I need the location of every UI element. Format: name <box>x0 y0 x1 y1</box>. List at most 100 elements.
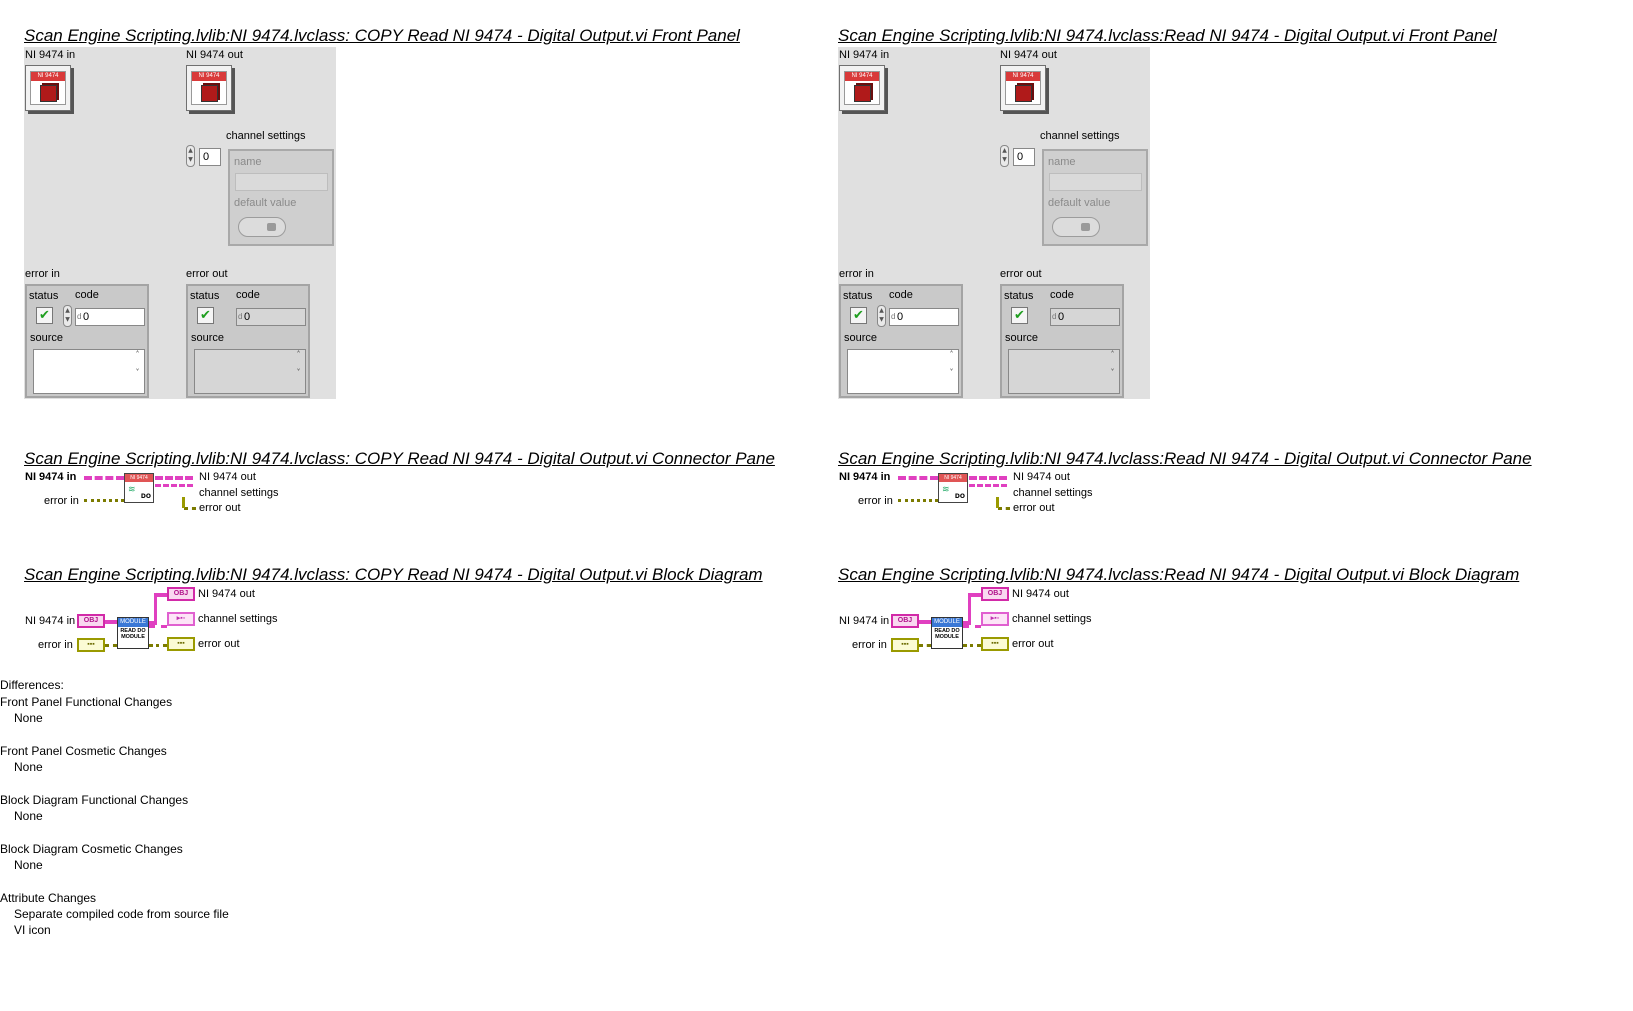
status-label: status <box>190 290 220 302</box>
right-block-diagram: NI 9474 in error in OBJ ▪▪▪ MODULE READ … <box>838 585 1108 660</box>
scrollbar[interactable]: ˄ ˅ <box>131 350 144 393</box>
status-checkmark-icon[interactable]: ✔ <box>36 307 53 324</box>
source-label: source <box>191 332 225 344</box>
module-badge: NI 9474 <box>845 72 879 81</box>
cp-ni-in-label: NI 9474 in <box>839 471 891 483</box>
error-in-terminal[interactable]: ▪▪▪ <box>77 638 105 652</box>
section-title: Block Diagram Cosmetic Changes <box>0 842 183 856</box>
class-wire <box>919 620 931 624</box>
error-wire <box>184 507 196 510</box>
left-front-panel-title: Scan Engine Scripting.lvlib:NI 9474.lvcl… <box>24 26 740 45</box>
channel-settings-cluster: name default value <box>228 149 334 246</box>
ni-in-label: NI 9474 in <box>25 49 76 61</box>
array-wire <box>969 484 1007 487</box>
left-block-diagram-title: Scan Engine Scripting.lvlib:NI 9474.lvcl… <box>24 565 763 584</box>
status-checkmark-icon[interactable]: ✔ <box>850 307 867 324</box>
error-out-terminal[interactable]: ▪▪▪ <box>167 637 195 651</box>
name-label: name <box>234 156 262 168</box>
bd-error-out-label: error out <box>198 638 240 650</box>
bd-ni-in-label: NI 9474 in <box>839 615 890 627</box>
error-in-terminal[interactable]: ▪▪▪ <box>891 638 919 652</box>
cp-error-in-label: error in <box>44 495 79 507</box>
cp-channel-settings-label: channel settings <box>199 487 279 499</box>
status-checkmark-icon: ✔ <box>1011 307 1028 324</box>
array-wire <box>149 625 167 628</box>
scrollbar[interactable]: ˄ ˅ <box>292 350 305 393</box>
error-wire <box>919 644 931 647</box>
ni-in-terminal[interactable]: OBJ <box>77 614 105 628</box>
source-label: source <box>1005 332 1039 344</box>
code-label: code <box>75 289 99 301</box>
section-item: Separate compiled code from source file <box>14 907 229 921</box>
ni-in-terminal[interactable]: OBJ <box>891 614 919 628</box>
code-spinner[interactable]: ▲ ▼ <box>63 305 72 327</box>
code-field: d0 <box>1050 308 1120 326</box>
right-block-diagram-title: Scan Engine Scripting.lvlib:NI 9474.lvcl… <box>838 565 1520 584</box>
code-field: d0 <box>236 308 306 326</box>
left-block-diagram: NI 9474 in error in OBJ ▪▪▪ MODULE READ … <box>24 585 294 660</box>
ni-out-terminal[interactable]: OBJ <box>981 587 1009 601</box>
error-wire <box>149 644 167 647</box>
bd-error-out-label: error out <box>1012 638 1054 650</box>
scrollbar[interactable]: ˄ ˅ <box>945 350 958 393</box>
module-cube-icon <box>1015 85 1032 102</box>
ni-out-terminal[interactable]: OBJ <box>167 587 195 601</box>
section-item: None <box>14 711 43 725</box>
cp-error-out-label: error out <box>199 502 241 514</box>
scripting-icon: ≋ <box>128 485 136 495</box>
ni-out-indicator: NI 9474 <box>1000 65 1046 111</box>
class-wire <box>84 476 124 480</box>
vi-subtext: DO <box>140 493 151 500</box>
section-item: VI icon <box>14 923 51 937</box>
source-textbox[interactable]: ˄ ˅ <box>33 349 145 394</box>
module-cube-icon <box>201 85 218 102</box>
array-index-field[interactable]: 0 <box>199 148 221 166</box>
error-out-terminal[interactable]: ▪▪▪ <box>981 637 1009 651</box>
default-value-label: default value <box>234 197 297 209</box>
right-front-panel: NI 9474 in NI 9474 NI 9474 out NI 9474 c… <box>838 47 1150 399</box>
error-wire <box>182 497 185 508</box>
ni-in-control[interactable]: NI 9474 <box>839 65 885 111</box>
read-do-module-node[interactable]: MODULE READ DO MODULE <box>931 617 963 649</box>
array-wire <box>155 484 193 487</box>
code-label: code <box>1050 289 1074 301</box>
name-label: name <box>1048 156 1076 168</box>
class-wire <box>968 593 971 623</box>
code-label: code <box>889 289 913 301</box>
read-do-module-node[interactable]: MODULE READ DO MODULE <box>117 617 149 649</box>
ni-in-control[interactable]: NI 9474 <box>25 65 71 111</box>
scrollbar[interactable]: ˄ ˅ <box>1106 350 1119 393</box>
array-index-spinner[interactable]: ▲ ▼ <box>1000 145 1009 167</box>
vi-subtext: DO <box>954 493 965 500</box>
array-index-field[interactable]: 0 <box>1013 148 1035 166</box>
vi-icon: NI 9474 ≋ DO <box>124 473 154 503</box>
scripting-icon: ≋ <box>942 485 950 495</box>
channel-settings-terminal[interactable]: ▸▪▫ <box>981 612 1009 626</box>
code-field[interactable]: d0 <box>75 308 145 326</box>
bd-channel-settings-label: channel settings <box>198 613 278 625</box>
source-textbox[interactable]: ˄ ˅ <box>847 349 959 394</box>
name-field <box>235 173 328 191</box>
source-label: source <box>30 332 64 344</box>
node-text: READ DO MODULE <box>934 628 960 640</box>
channel-settings-terminal[interactable]: ▸▪▫ <box>167 612 195 626</box>
cp-error-in-label: error in <box>858 495 893 507</box>
name-field <box>1049 173 1142 191</box>
status-label: status <box>843 290 873 302</box>
left-front-panel: NI 9474 in NI 9474 NI 9474 out NI 9474 c… <box>24 47 336 399</box>
cp-error-out-label: error out <box>1013 502 1055 514</box>
right-connector-pane: NI 9474 in error in NI 9474 ≋ DO NI 9474… <box>838 469 1108 519</box>
error-wire <box>963 644 981 647</box>
cp-ni-out-label: NI 9474 out <box>199 471 256 483</box>
class-wire <box>898 476 938 480</box>
vi-header: NI 9474 <box>125 474 153 482</box>
error-wire <box>998 507 1010 510</box>
code-field[interactable]: d0 <box>889 308 959 326</box>
error-in-label: error in <box>25 268 60 280</box>
error-out-cluster: status code ✔ d0 source ˄ ˅ <box>186 284 310 398</box>
array-index-spinner[interactable]: ▲ ▼ <box>186 145 195 167</box>
ni-in-label: NI 9474 in <box>839 49 890 61</box>
right-connector-pane-title: Scan Engine Scripting.lvlib:NI 9474.lvcl… <box>838 449 1532 468</box>
code-spinner[interactable]: ▲ ▼ <box>877 305 886 327</box>
cp-ni-in-label: NI 9474 in <box>25 471 77 483</box>
